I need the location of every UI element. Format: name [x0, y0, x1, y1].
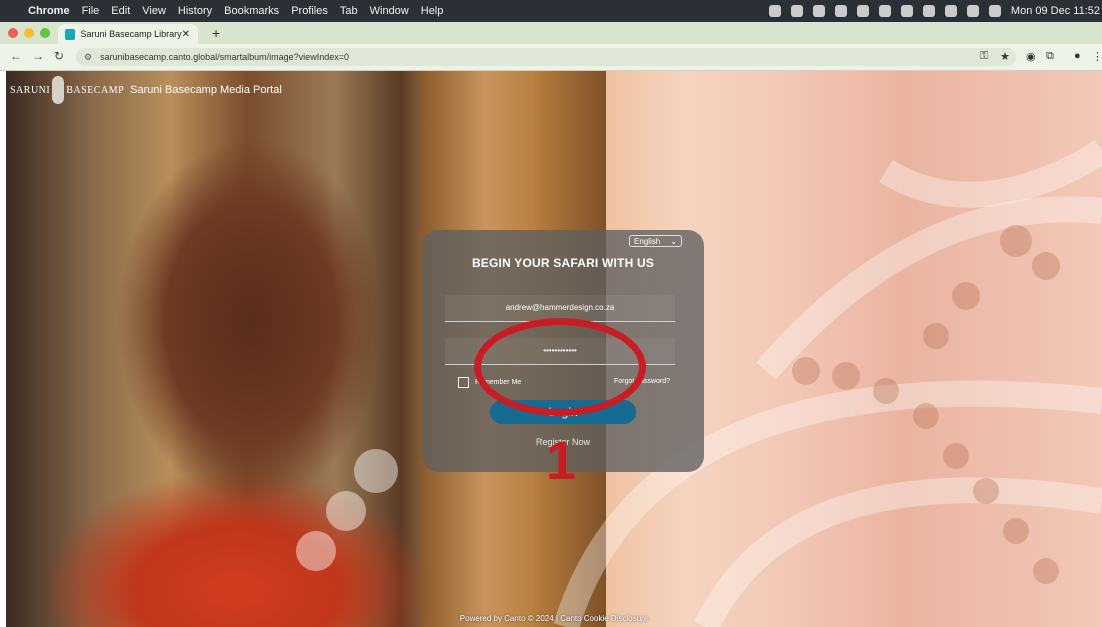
- bluetooth-icon[interactable]: [922, 5, 935, 17]
- close-window-button[interactable]: [8, 28, 18, 38]
- back-arrow-icon[interactable]: ←: [10, 49, 22, 63]
- wifi-icon[interactable]: [944, 5, 957, 17]
- site-settings-icon[interactable]: ⚙: [84, 52, 92, 63]
- macos-menu-bar: Chrome File Edit View History Bookmarks …: [0, 0, 1102, 22]
- app-status-icon[interactable]: [834, 5, 847, 17]
- brand-logo[interactable]: SARUNI BASECAMP Saruni Basecamp Media Po…: [10, 76, 282, 104]
- menu-history[interactable]: History: [178, 5, 212, 17]
- logo-text-basecamp: BASECAMP: [66, 84, 125, 96]
- url-text[interactable]: sarunibasecamp.canto.global/smartalbum/i…: [100, 52, 349, 62]
- canto-favicon-icon: [65, 28, 75, 40]
- reload-icon[interactable]: ↻: [54, 49, 64, 63]
- logo-emblem-icon: [52, 76, 65, 104]
- menu-help[interactable]: Help: [421, 5, 444, 17]
- window-controls: [8, 28, 56, 38]
- browser-toolbar: ← → ↻ ⚙ sarunibasecamp.canto.global/smar…: [0, 44, 1102, 71]
- app-status-icon[interactable]: [900, 5, 913, 17]
- logo-text-saruni: SARUNI: [10, 84, 51, 96]
- browser-tab[interactable]: Saruni Basecamp Library ✕: [58, 24, 198, 44]
- tab-title: Saruni Basecamp Library: [80, 29, 182, 39]
- menu-edit[interactable]: Edit: [111, 5, 130, 17]
- bookmark-star-icon[interactable]: ★: [1000, 50, 1010, 63]
- close-tab-icon[interactable]: ✕: [182, 29, 190, 40]
- browser-menu-icon[interactable]: ⋮: [1092, 50, 1102, 63]
- new-tab-button[interactable]: +: [212, 25, 220, 41]
- menu-bookmarks[interactable]: Bookmarks: [224, 5, 279, 17]
- menu-profiles[interactable]: Profiles: [291, 5, 328, 17]
- chevron-down-icon: ⌄: [670, 236, 677, 246]
- menu-file[interactable]: File: [82, 5, 100, 17]
- app-status-icon[interactable]: [812, 5, 825, 17]
- profile-icon[interactable]: ●: [1074, 50, 1081, 62]
- portal-title: Saruni Basecamp Media Portal: [130, 84, 282, 96]
- footer-text[interactable]: Powered by Canto © 2024 | Canto Cookie D…: [6, 614, 1102, 623]
- annotation-number: 1: [546, 431, 577, 491]
- status-icons: Mon 09 Dec 11:52: [768, 0, 1102, 22]
- app-status-icon[interactable]: [790, 5, 803, 17]
- menu-view[interactable]: View: [142, 5, 166, 17]
- menubar-clock[interactable]: Mon 09 Dec 11:52: [1011, 5, 1100, 17]
- remember-me-checkbox[interactable]: [458, 377, 469, 388]
- menu-chrome[interactable]: Chrome: [28, 5, 70, 17]
- menu-window[interactable]: Window: [370, 5, 409, 17]
- app-status-icon[interactable]: [768, 5, 781, 17]
- login-heading: BEGIN YOUR SAFARI WITH US: [471, 256, 655, 270]
- headphones-icon[interactable]: [878, 5, 891, 17]
- forward-arrow-icon[interactable]: →: [32, 49, 44, 63]
- zoom-window-button[interactable]: [40, 28, 50, 38]
- control-center-icon[interactable]: [988, 5, 1001, 17]
- app-status-icon[interactable]: [856, 5, 869, 17]
- spotlight-search-icon[interactable]: [966, 5, 979, 17]
- extensions-puzzle-icon[interactable]: ⧉: [1046, 50, 1054, 63]
- language-value: English: [634, 236, 661, 246]
- language-select[interactable]: English ⌄: [629, 235, 682, 247]
- password-key-icon[interactable]: ⚿: [980, 50, 988, 63]
- extension-icon[interactable]: ◉: [1026, 50, 1036, 63]
- minimize-window-button[interactable]: [24, 28, 34, 38]
- address-bar[interactable]: ⚙ sarunibasecamp.canto.global/smartalbum…: [76, 48, 1016, 66]
- annotation-circle: [474, 318, 646, 416]
- browser-tab-strip: Saruni Basecamp Library ✕ +: [0, 22, 1102, 44]
- menu-tab[interactable]: Tab: [340, 5, 358, 17]
